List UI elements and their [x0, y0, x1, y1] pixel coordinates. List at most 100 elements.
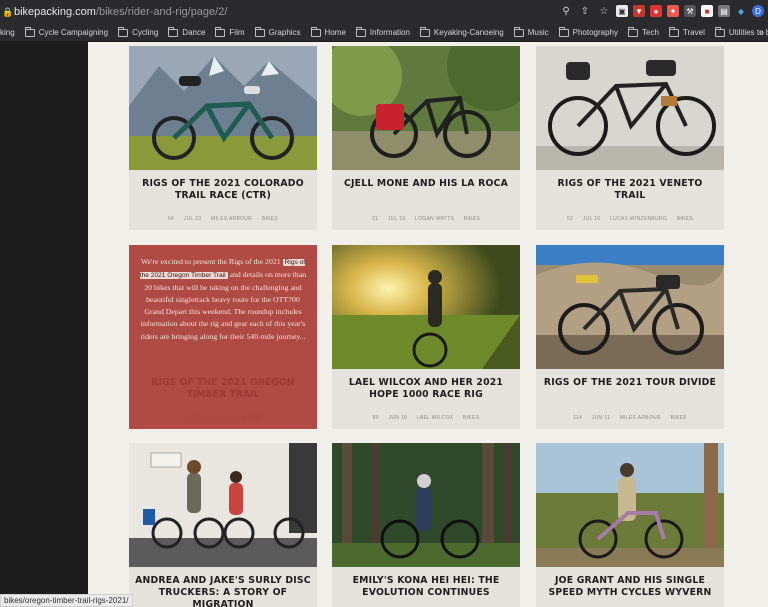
- article-card[interactable]: JOE GRANT AND HIS SINGLE SPEED MYTH CYCL…: [536, 443, 724, 607]
- bookmark-item[interactable]: king: [0, 28, 15, 37]
- folder-icon: [714, 26, 725, 37]
- article-meta: 31 JUN 23 MILES ARBOUR BIKES: [129, 415, 317, 421]
- url-field[interactable]: bikepacking.com/bikes/rider-and-rig/page…: [14, 6, 227, 18]
- article-card[interactable]: ANDREA AND JAKE'S SURLY DISC TRUCKERS: A…: [129, 443, 317, 607]
- article-date: JUN 18: [388, 415, 408, 421]
- bookmark-folder[interactable]: Music: [513, 26, 549, 37]
- article-card-hovered[interactable]: We're excited to present the Rigs of the…: [129, 245, 317, 429]
- profile-avatar[interactable]: D: [752, 5, 764, 17]
- article-category[interactable]: BIKES: [248, 415, 263, 421]
- extension-icon[interactable]: ●: [650, 5, 662, 17]
- folder-icon: [355, 26, 366, 37]
- article-image[interactable]: [536, 443, 724, 567]
- folder-icon: [419, 26, 430, 37]
- article-author[interactable]: LOGAN WATTS: [415, 216, 454, 222]
- article-image[interactable]: [332, 46, 520, 170]
- article-author[interactable]: MILES ARBOUR: [620, 415, 661, 421]
- article-date: JUL 16: [582, 216, 601, 222]
- address-bar: 🔒 bikepacking.com/bikes/rider-and-rig/pa…: [0, 0, 768, 24]
- extension-icon[interactable]: ◆: [735, 5, 747, 17]
- bookmark-folder[interactable]: Information: [355, 26, 410, 37]
- article-image[interactable]: [129, 443, 317, 567]
- zoom-icon[interactable]: ⚲: [559, 4, 573, 18]
- article-meta: 64 JUL 23 MILES ARBOUR BIKES: [129, 216, 317, 222]
- article-card[interactable]: EMILY'S KONA HEI HEI: THE EVOLUTION CONT…: [332, 443, 520, 607]
- article-excerpt[interactable]: We're excited to present the Rigs of the…: [139, 256, 307, 343]
- article-category[interactable]: BIKES: [670, 415, 686, 421]
- bookmark-folder[interactable]: Graphics: [254, 26, 301, 37]
- article-image[interactable]: [129, 46, 317, 170]
- bookmark-folder[interactable]: Film: [215, 26, 245, 37]
- folder-icon: [254, 26, 265, 37]
- bookmark-folder[interactable]: Tech: [628, 26, 659, 37]
- folder-icon: [668, 26, 679, 37]
- article-category[interactable]: BIKES: [677, 216, 693, 222]
- article-image[interactable]: [536, 46, 724, 170]
- article-excerpt-overlay[interactable]: We're excited to present the Rigs of the…: [129, 245, 317, 429]
- article-card[interactable]: CJELL MONE AND HIS LA ROCA 21 JUL 19 LOG…: [332, 46, 520, 230]
- folder-icon: [558, 26, 569, 37]
- comment-count[interactable]: 31: [184, 415, 190, 421]
- article-card[interactable]: RIGS OF THE 2021 COLORADO TRAIL RACE (CT…: [129, 46, 317, 230]
- article-date: JUN 11: [591, 415, 610, 421]
- comment-count[interactable]: 114: [573, 415, 582, 421]
- folder-icon: [24, 26, 35, 37]
- bookmark-folder[interactable]: Cycle Campaigning: [24, 26, 108, 37]
- share-icon[interactable]: ⇧: [578, 4, 592, 18]
- article-title[interactable]: RIGS OF THE 2021 COLORADO TRAIL RACE (CT…: [135, 178, 311, 202]
- extension-icon[interactable]: ▤: [718, 5, 730, 17]
- extension-icon[interactable]: ■: [701, 5, 713, 17]
- article-author[interactable]: MILES ARBOUR: [211, 216, 252, 222]
- bookmarks-bar: king Cycle Campaigning Cycling Dance Fil…: [0, 24, 768, 42]
- extension-icon[interactable]: ▼: [633, 5, 645, 17]
- article-date: JUL 19: [387, 216, 406, 222]
- article-author[interactable]: MILES ARBOUR: [209, 415, 247, 421]
- bookmark-folder[interactable]: Photography: [558, 26, 618, 37]
- article-date: JUL 23: [183, 216, 202, 222]
- article-title[interactable]: RIGS OF THE 2021 OREGON TIMBER TRAIL: [135, 377, 311, 401]
- article-title[interactable]: ANDREA AND JAKE'S SURLY DISC TRUCKERS: A…: [135, 575, 311, 607]
- article-author[interactable]: LAEL WILCOX: [417, 415, 453, 421]
- article-image[interactable]: [332, 443, 520, 567]
- comment-count[interactable]: 80: [373, 415, 379, 421]
- folder-icon: [513, 26, 524, 37]
- article-card[interactable]: LAEL WILCOX AND HER 2021 HOPE 1000 RACE …: [332, 245, 520, 429]
- bookmark-folder[interactable]: Cycling: [118, 26, 158, 37]
- article-title[interactable]: LAEL WILCOX AND HER 2021 HOPE 1000 RACE …: [338, 377, 514, 401]
- article-category[interactable]: BIKES: [262, 216, 278, 222]
- article-meta: 21 JUL 19 LOGAN WATTS BIKES: [332, 216, 520, 222]
- article-author[interactable]: LUCAS WINZENBURG: [610, 216, 667, 222]
- more-bookmarks-icon[interactable]: »: [759, 27, 764, 37]
- article-title[interactable]: CJELL MONE AND HIS LA ROCA: [338, 178, 514, 190]
- article-category[interactable]: BIKES: [463, 415, 479, 421]
- extension-icon[interactable]: ▣: [616, 5, 628, 17]
- bookmark-folder[interactable]: Home: [310, 26, 346, 37]
- page-content: RIGS OF THE 2021 COLORADO TRAIL RACE (CT…: [88, 42, 768, 607]
- status-bar-link-preview: bikes/oregon-timber-trail-rigs-2021/: [0, 594, 133, 607]
- article-title[interactable]: JOE GRANT AND HIS SINGLE SPEED MYTH CYCL…: [542, 575, 718, 599]
- article-card[interactable]: RIGS OF THE 2021 VENETO TRAIL 52 JUL 16 …: [536, 46, 724, 230]
- article-image[interactable]: [332, 245, 520, 369]
- comment-count[interactable]: 21: [372, 216, 378, 222]
- article-date: JUN 23: [190, 415, 208, 421]
- article-title[interactable]: EMILY'S KONA HEI HEI: THE EVOLUTION CONT…: [338, 575, 514, 599]
- comment-count[interactable]: 64: [168, 216, 174, 222]
- article-meta: 80 JUN 18 LAEL WILCOX BIKES: [332, 415, 520, 421]
- extension-icon[interactable]: ✦: [667, 5, 679, 17]
- article-category[interactable]: BIKES: [464, 216, 480, 222]
- extension-icon[interactable]: ⚒: [684, 5, 696, 17]
- article-title[interactable]: RIGS OF THE 2021 VENETO TRAIL: [542, 178, 718, 202]
- article-image[interactable]: [536, 245, 724, 369]
- bookmark-folder[interactable]: Dance: [168, 26, 205, 37]
- article-card[interactable]: RIGS OF THE 2021 TOUR DIVIDE 114 JUN 11 …: [536, 245, 724, 429]
- comment-count[interactable]: 52: [567, 216, 573, 222]
- folder-icon: [118, 26, 129, 37]
- folder-icon: [310, 26, 321, 37]
- bookmark-folder[interactable]: Keyaking-Canoeing: [419, 26, 504, 37]
- article-title[interactable]: RIGS OF THE 2021 TOUR DIVIDE: [542, 377, 718, 389]
- bookmark-folder[interactable]: Travel: [668, 26, 705, 37]
- folder-icon: [168, 26, 179, 37]
- lock-icon[interactable]: 🔒: [2, 7, 13, 17]
- bookmark-star-icon[interactable]: ☆: [597, 4, 611, 18]
- article-meta: 52 JUL 16 LUCAS WINZENBURG BIKES: [536, 216, 724, 222]
